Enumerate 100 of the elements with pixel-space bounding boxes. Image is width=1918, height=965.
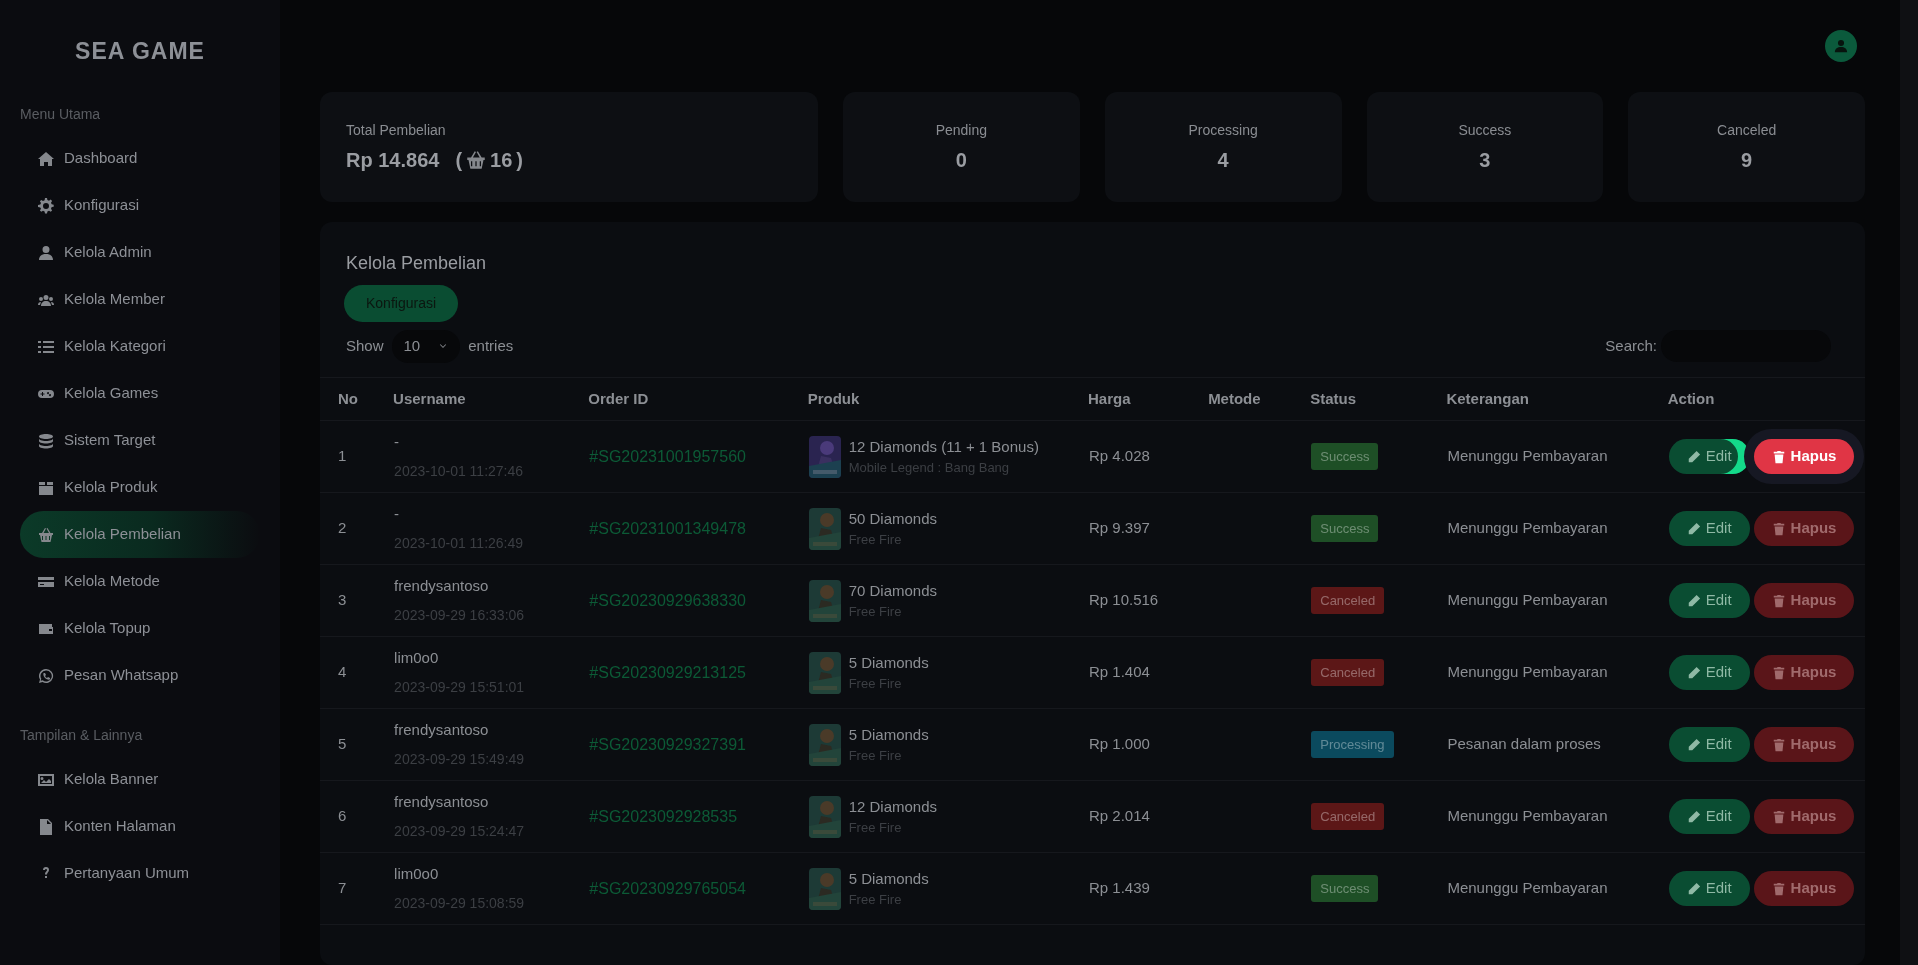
column-header: Order ID [588, 389, 649, 407]
sidebar-item[interactable]: Pesan Whatsapp [20, 652, 260, 699]
note-text: Menunggu Pembayaran [1447, 447, 1608, 465]
sidebar-item[interactable]: Dashboard [20, 135, 260, 182]
pencil-icon [1686, 593, 1701, 608]
order-id-link[interactable]: #SG20230929638330 [589, 591, 746, 609]
stat-count: 16 [490, 148, 513, 173]
row-number: 2 [338, 519, 347, 537]
edit-button[interactable]: Edit [1668, 727, 1750, 762]
product-name: 12 Diamonds (11 + 1 Bonus) [848, 436, 1039, 457]
stat-label: Total Pembelian [346, 121, 447, 140]
delete-button[interactable]: Hapus [1753, 583, 1855, 618]
order-id-link[interactable]: #SG20230929213125 [589, 663, 746, 681]
delete-button[interactable]: Hapus [1753, 655, 1855, 690]
pencil-icon [1686, 737, 1701, 752]
order-id-link[interactable]: #SG20231001349478 [589, 519, 746, 537]
sidebar-item[interactable]: Konten Halaman [20, 803, 260, 850]
status-badge: Canceled [1311, 658, 1385, 687]
sidebar-item[interactable]: Kelola Metode [20, 558, 260, 605]
stat-value: 9 [1740, 148, 1754, 173]
stat-label: Pending [934, 121, 989, 140]
entries-label: entries [468, 336, 514, 356]
stat-value: 0 [954, 148, 968, 173]
note-text: Menunggu Pembayaran [1447, 519, 1608, 537]
edit-button[interactable]: Edit [1668, 511, 1750, 546]
pencil-icon [1686, 449, 1701, 464]
trash-icon [1771, 881, 1786, 896]
stat-value: 3 [1478, 148, 1492, 173]
product-name: 5 Diamonds [848, 652, 929, 673]
trash-icon [1771, 737, 1786, 752]
username-text: lim0o0 [394, 647, 440, 668]
price-text: Rp 4.028 [1089, 447, 1150, 465]
price-text: Rp 1.404 [1089, 663, 1150, 681]
trash-icon [1771, 665, 1786, 680]
stat-label: Success [1457, 121, 1513, 140]
pencil-icon [1686, 665, 1701, 680]
note-text: Pesanan dalam proses [1447, 735, 1601, 753]
username-text: - [394, 503, 401, 524]
list-icon [38, 338, 54, 355]
delete-button[interactable]: Hapus [1753, 727, 1855, 762]
column-header: Action [1667, 389, 1715, 407]
file-icon [38, 818, 54, 835]
user-icon [1834, 39, 1848, 53]
logo-text: SEA GAME [74, 37, 206, 66]
stat-label: Canceled [1716, 121, 1778, 140]
sidebar-item[interactable]: Kelola Games [20, 370, 260, 417]
basket-icon [38, 526, 54, 543]
note-text: Menunggu Pembayaran [1447, 663, 1608, 681]
column-header: Harga [1088, 389, 1131, 407]
username-text: frendysantoso [394, 575, 490, 596]
panel-title: Kelola Pembelian [345, 252, 488, 275]
column-header: Produk [807, 389, 860, 407]
sidebar-item[interactable]: Kelola Banner [20, 756, 260, 803]
sidebar-item[interactable]: Konfigurasi [20, 182, 260, 229]
sidebar-item[interactable]: Kelola Kategori [20, 323, 260, 370]
pencil-icon [1686, 809, 1701, 824]
avatar-button[interactable] [1825, 30, 1857, 62]
edit-button[interactable]: Edit [1668, 583, 1750, 618]
product-name: 5 Diamonds [848, 724, 929, 745]
order-id-link[interactable]: #SG20231001957560 [589, 447, 746, 465]
row-number: 1 [338, 447, 347, 465]
column-header: Metode [1208, 389, 1261, 407]
delete-button[interactable]: Hapus [1753, 871, 1855, 906]
section-title: Tampilan & Lainnya [20, 726, 144, 745]
order-id-link[interactable]: #SG20230929327391 [589, 735, 746, 753]
sidebar-item[interactable]: Pertanyaan Umum [20, 850, 260, 897]
edit-button[interactable]: Edit [1668, 655, 1750, 690]
price-text: Rp 2.014 [1089, 807, 1150, 825]
sidebar-item[interactable]: Kelola Topup [20, 605, 260, 652]
sidebar-item[interactable]: Kelola Member [20, 276, 260, 323]
row-number: 4 [338, 663, 347, 681]
home-icon [38, 150, 54, 167]
box-icon [38, 479, 54, 496]
product-name: 70 Diamonds [848, 580, 937, 601]
image-icon [38, 771, 54, 788]
sidebar-item[interactable]: Sistem Target [20, 417, 260, 464]
username-text: frendysantoso [394, 719, 490, 740]
column-header: Username [393, 389, 466, 407]
trash-icon [1771, 593, 1786, 608]
section-title: Menu Utama [20, 105, 102, 124]
product-name: 5 Diamonds [848, 868, 929, 889]
note-text: Menunggu Pembayaran [1447, 807, 1608, 825]
username-text: - [394, 431, 401, 452]
order-id-link[interactable]: #SG20230929765054 [589, 879, 746, 897]
column-header: Keterangan [1446, 389, 1529, 407]
row-number: 7 [338, 879, 347, 897]
delete-button[interactable]: Hapus [1753, 511, 1855, 546]
sidebar-item[interactable]: Kelola Admin [20, 229, 260, 276]
database-icon [38, 432, 54, 449]
user-icon [38, 244, 54, 261]
sidebar-item[interactable]: Kelola Produk [20, 464, 260, 511]
row-number: 3 [338, 591, 347, 609]
edit-button[interactable]: Edit [1668, 799, 1750, 834]
page-size-select[interactable]: 10 [391, 330, 461, 363]
delete-button[interactable]: Hapus [1753, 799, 1855, 834]
order-id-link[interactable]: #SG2023092928535 [589, 807, 738, 825]
username-text: frendysantoso [394, 791, 490, 812]
paren-text: ) [516, 148, 523, 173]
edit-button[interactable]: Edit [1668, 871, 1750, 906]
price-text: Rp 10.516 [1089, 591, 1159, 609]
